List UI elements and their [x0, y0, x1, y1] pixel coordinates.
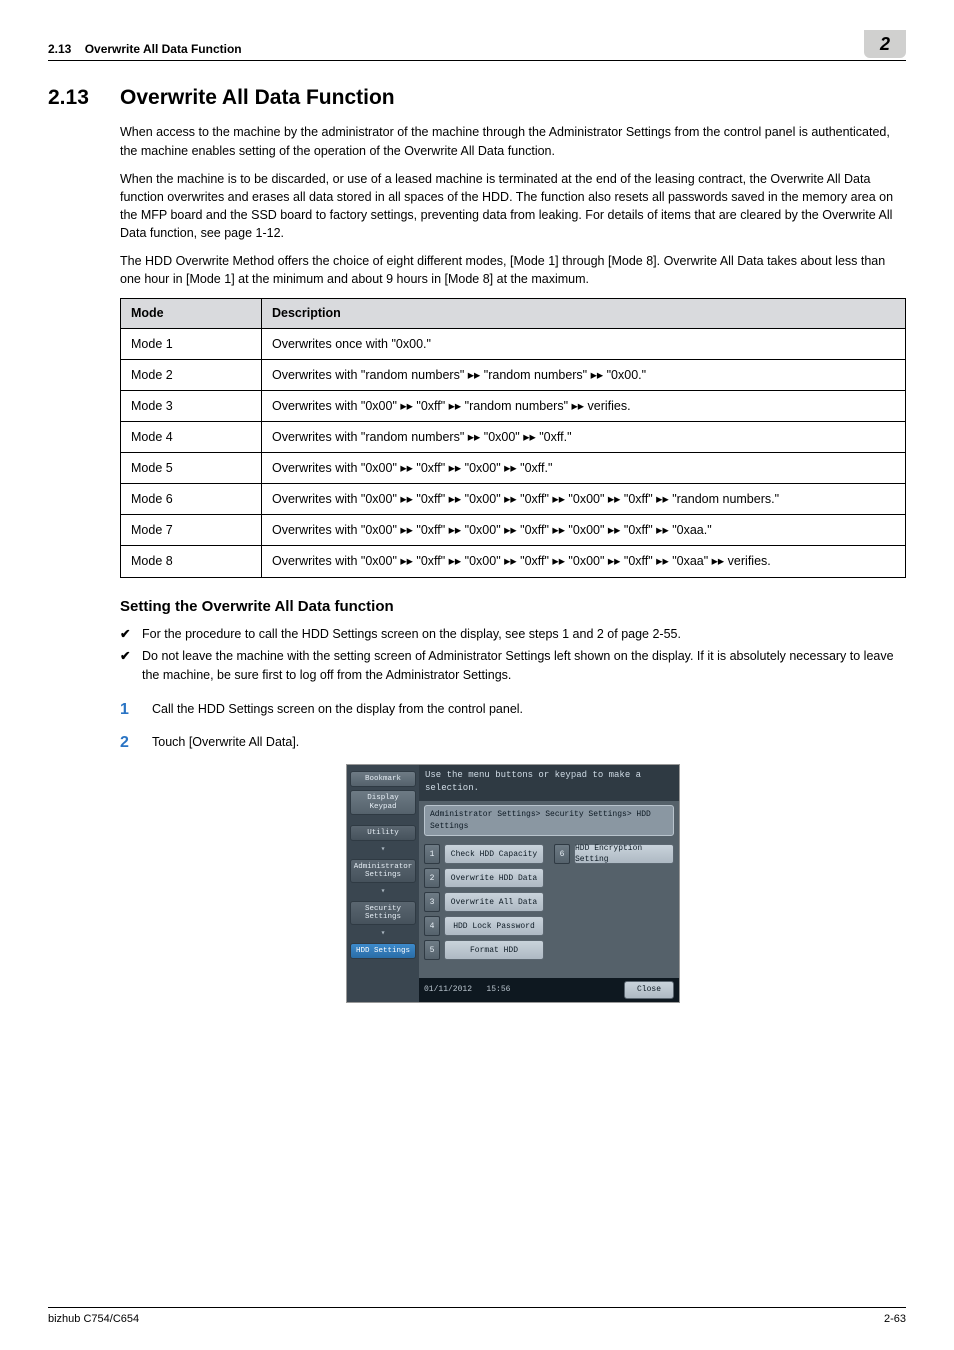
step-number: 1 [120, 698, 136, 721]
step-number: 2 [120, 731, 136, 754]
option-format-hdd[interactable]: 5 Format HDD [424, 940, 544, 960]
table-row: Mode 8Overwrites with "0x00" ▸▸ "0xff" ▸… [121, 546, 906, 577]
check-item: Do not leave the machine with the settin… [120, 647, 906, 683]
utility-crumb[interactable]: Utility [350, 825, 416, 841]
footer-model: bizhub C754/C654 [48, 1312, 139, 1328]
check-list: For the procedure to call the HDD Settin… [120, 625, 906, 683]
table-row: Mode 1Overwrites once with "0x00." [121, 328, 906, 359]
bookmark-button[interactable]: Bookmark [350, 771, 416, 787]
paragraph: The HDD Overwrite Method offers the choi… [120, 252, 906, 288]
table-header-description: Description [262, 299, 906, 328]
option-label: Overwrite HDD Data [444, 868, 544, 888]
step-text: Touch [Overwrite All Data]. [152, 731, 299, 754]
screenshot-topbar: Use the menu buttons or keypad to make a… [419, 765, 679, 801]
option-overwrite-hdd-data[interactable]: 2 Overwrite HDD Data [424, 868, 544, 888]
option-label: Format HDD [444, 940, 544, 960]
section-number: 2.13 [48, 83, 96, 113]
option-number: 2 [424, 868, 440, 888]
table-row: Mode 6Overwrites with "0x00" ▸▸ "0xff" ▸… [121, 484, 906, 515]
option-hdd-lock-password[interactable]: 4 HDD Lock Password [424, 916, 544, 936]
option-number: 4 [424, 916, 440, 936]
security-settings-crumb[interactable]: Security Settings [350, 901, 416, 926]
option-number: 6 [554, 844, 570, 864]
table-row: Mode 2Overwrites with "random numbers" ▸… [121, 359, 906, 390]
step-2: 2 Touch [Overwrite All Data]. [120, 731, 906, 754]
option-label: Overwrite All Data [444, 892, 544, 912]
admin-settings-crumb[interactable]: Administrator Settings [350, 859, 416, 884]
table-row: Mode 3Overwrites with "0x00" ▸▸ "0xff" ▸… [121, 390, 906, 421]
table-row: Mode 7Overwrites with "0x00" ▸▸ "0xff" ▸… [121, 515, 906, 546]
option-label: HDD Encryption Setting [574, 844, 674, 864]
screenshot-sidebar: Bookmark Display Keypad Utility ▾ Admini… [347, 765, 419, 1002]
section-heading: 2.13 Overwrite All Data Function [48, 83, 906, 113]
screenshot-main: Use the menu buttons or keypad to make a… [419, 765, 679, 1002]
option-check-hdd-capacity[interactable]: 1 Check HDD Capacity [424, 844, 544, 864]
table-row: Mode 4Overwrites with "random numbers" ▸… [121, 421, 906, 452]
option-label: Check HDD Capacity [444, 844, 544, 864]
paragraph: When the machine is to be discarded, or … [120, 170, 906, 243]
option-overwrite-all-data[interactable]: 3 Overwrite All Data [424, 892, 544, 912]
screenshot-date: 01/11/2012 [424, 985, 472, 994]
table-row: Mode 5Overwrites with "0x00" ▸▸ "0xff" ▸… [121, 453, 906, 484]
modes-table: Mode Description Mode 1Overwrites once w… [120, 298, 906, 577]
paragraph: When access to the machine by the admini… [120, 123, 906, 159]
option-label: HDD Lock Password [444, 916, 544, 936]
option-number: 5 [424, 940, 440, 960]
subsection-heading: Setting the Overwrite All Data function [120, 596, 906, 618]
option-number: 1 [424, 844, 440, 864]
hdd-settings-crumb-active[interactable]: HDD Settings [350, 943, 416, 959]
check-item: For the procedure to call the HDD Settin… [120, 625, 906, 643]
option-number: 3 [424, 892, 440, 912]
chevron-down-icon: ▾ [350, 844, 416, 856]
chapter-tab: 2 [864, 30, 906, 58]
section-title: Overwrite All Data Function [120, 83, 395, 113]
header-title: Overwrite All Data Function [85, 42, 242, 56]
close-button[interactable]: Close [624, 981, 674, 999]
device-screenshot: Bookmark Display Keypad Utility ▾ Admini… [346, 764, 680, 1003]
step-text: Call the HDD Settings screen on the disp… [152, 698, 523, 721]
breadcrumb: Administrator Settings> Security Setting… [424, 805, 674, 836]
step-1: 1 Call the HDD Settings screen on the di… [120, 698, 906, 721]
header-section-no: 2.13 [48, 42, 71, 56]
display-keypad-button[interactable]: Display Keypad [350, 790, 416, 815]
chevron-down-icon: ▾ [350, 928, 416, 940]
footer-page-number: 2-63 [884, 1312, 906, 1328]
screenshot-time: 15:56 [486, 985, 510, 994]
chevron-down-icon: ▾ [350, 886, 416, 898]
table-header-mode: Mode [121, 299, 262, 328]
option-hdd-encryption-setting[interactable]: 6 HDD Encryption Setting [554, 844, 674, 864]
